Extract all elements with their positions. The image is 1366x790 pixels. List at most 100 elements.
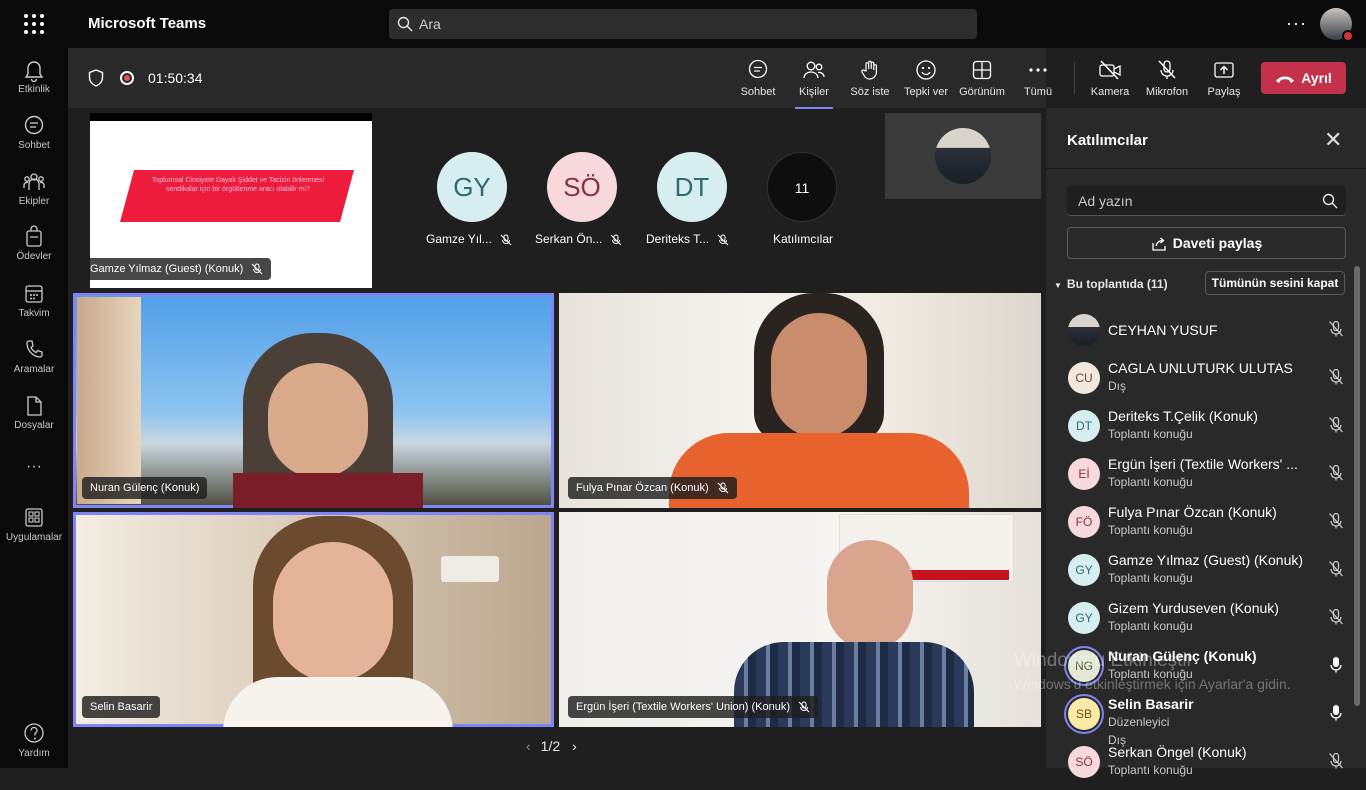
mic-on-icon[interactable] [1328,656,1344,679]
video-tile[interactable] [559,293,1041,508]
help-icon [24,723,44,743]
participant-row[interactable]: SB Selin Basarir Düzenleyici Dış [1046,694,1346,747]
call-timer: 01:50:34 [148,70,203,86]
share-button[interactable]: Paylaş [1206,58,1242,104]
mic-button[interactable]: Mikrofon [1144,58,1190,104]
search-input[interactable] [419,9,959,39]
more-actions-button[interactable]: Tümü [1023,58,1053,104]
reaction-icon [916,60,936,80]
participant-name: Fulya Pınar Özcan (Konuk) [1108,504,1277,520]
settings-more-icon[interactable]: ··· [1286,13,1307,34]
share-invite-button[interactable]: Daveti paylaş [1067,227,1346,259]
shield-icon[interactable] [88,69,104,87]
participant-row[interactable]: DT Deriteks T.Çelik (Konuk) Toplantı konuğ… [1046,406,1346,454]
view-button[interactable]: Görünüm [959,58,1005,104]
tile-name-label: Fulya Pınar Özcan (Konuk) [568,477,737,499]
video-tile[interactable] [559,512,1041,727]
mic-off-icon[interactable] [1328,512,1344,535]
leave-button[interactable]: Ayrıl [1261,62,1346,94]
files-icon [27,396,42,416]
mic-off-icon[interactable] [1328,464,1344,487]
mic-off-icon[interactable] [1328,368,1344,391]
rail-item-files[interactable]: Dosyalar [0,394,68,444]
rail-item-teams[interactable]: Ekipler [0,170,68,220]
layout-icon [972,60,992,80]
app-launcher-icon[interactable] [22,12,46,36]
search-box[interactable] [389,9,977,39]
control-label: Mikrofon [1145,86,1189,98]
participant-face [827,540,913,650]
participant-name: Deriteks T.Çelik (Konuk) [1108,408,1258,424]
mic-off-icon[interactable] [1328,560,1344,583]
rail-item-activity[interactable]: Etkinlik [0,58,68,108]
rail-item-chat[interactable]: Sohbet [0,114,68,164]
video-tile[interactable] [73,293,554,508]
app-rail: Etkinlik Sohbet Ekipler Ödevler Takvim A… [0,48,68,768]
persona-avatar[interactable]: GY [437,152,507,222]
page-indicator: 1/2 [540,738,561,754]
participant-shirt [233,473,423,508]
self-view-tile[interactable] [885,113,1041,199]
mic-off-icon[interactable] [1328,752,1344,775]
persona-avatar[interactable]: DT [657,152,727,222]
chat-button[interactable]: Sohbet [740,58,776,104]
rail-more-icon[interactable]: ··· [0,458,68,508]
participants-label: Katılımcılar [773,232,834,246]
participant-face [268,363,368,478]
participant-search[interactable] [1067,186,1346,216]
rail-item-assignments[interactable]: Ödevler [0,225,68,275]
participant-row[interactable]: GY Gamze Yılmaz (Guest) (Konuk) Toplantı k… [1046,550,1346,598]
raise-hand-button[interactable]: Söz iste [850,58,890,104]
profile-avatar[interactable] [1320,8,1354,42]
leave-label: Ayrıl [1301,70,1332,86]
avatar: SÖ [1068,746,1100,778]
close-icon[interactable]: ✕ [1324,129,1342,151]
chevron-left-icon[interactable]: ‹ [526,738,531,754]
participant-overflow-count[interactable]: 11 [767,152,837,222]
participant-row[interactable]: SÖ Serkan Öngel (Konuk) Toplantı konuğu [1046,742,1346,790]
mute-all-button[interactable]: Tümünün sesini kapat [1205,271,1345,295]
participant-row[interactable]: FÖ Fulya Pınar Özcan (Konuk) Toplantı konu… [1046,502,1346,550]
participant-role: Toplantı konuğu [1108,571,1193,585]
mic-on-icon[interactable] [1328,704,1344,727]
participant-face [771,313,867,438]
app-title: Microsoft Teams [88,15,207,32]
share-tray-icon [1214,62,1234,78]
participant-row[interactable]: NG Nuran Gülenç (Konuk) Toplantı konuğu [1046,646,1346,694]
rail-item-calendar[interactable]: Takvim [0,282,68,332]
hang-up-icon [1276,76,1295,84]
scrollbar[interactable] [1354,266,1360,706]
video-tile[interactable] [73,512,554,727]
mic-off-icon[interactable] [1328,608,1344,631]
mic-off-icon [798,701,810,713]
participant-row[interactable]: CU CAGLA UNLUTURK ULUTAS Dış [1046,358,1346,406]
participants-panel: Katılımcılar ✕ Daveti paylaş ▼ Bu toplant… [1046,108,1366,778]
camera-button[interactable]: Kamera [1090,58,1130,104]
persona-avatar[interactable]: SÖ [547,152,617,222]
mic-off-icon[interactable] [1328,416,1344,439]
people-button[interactable]: Kişiler [795,58,833,109]
section-header[interactable]: ▼ Bu toplantıda (11) [1054,277,1168,291]
control-label: Sohbet [740,86,776,98]
tile-name-label: Selin Basarir [82,696,161,718]
participant-row[interactable]: Eİ Ergün İşeri (Textile Workers' ... Topla… [1046,454,1346,502]
apps-icon [25,508,43,527]
presenter-name: Gamze Yılmaz (Guest) (Konuk) [90,263,244,275]
persona-name: Gamze Yıl... [426,232,512,246]
mic-off-icon[interactable] [1328,320,1344,343]
participant-row[interactable]: GY Gizem Yurduseven (Konuk) Toplantı konuğ… [1046,598,1346,646]
rail-item-calls[interactable]: Aramalar [0,338,68,388]
rail-label: Yardım [18,748,50,759]
rail-item-help[interactable]: Yardım [0,722,68,772]
participant-search-input[interactable] [1078,186,1308,216]
avatar: Eİ [1068,458,1100,490]
page-navigator: ‹ 1/2 › [526,738,577,754]
participant-row[interactable]: CEYHAN YUSUF [1046,310,1346,358]
rail-item-apps[interactable]: Uygulamalar [0,506,68,556]
rail-label: Sohbet [18,140,50,151]
participant-role: Toplantı konuğu [1108,619,1193,633]
participant-shirt [223,677,453,727]
chevron-right-icon[interactable]: › [572,738,577,754]
participant-role: Toplantı konuğu [1108,763,1193,777]
reactions-button[interactable]: Tepki ver [904,58,948,104]
